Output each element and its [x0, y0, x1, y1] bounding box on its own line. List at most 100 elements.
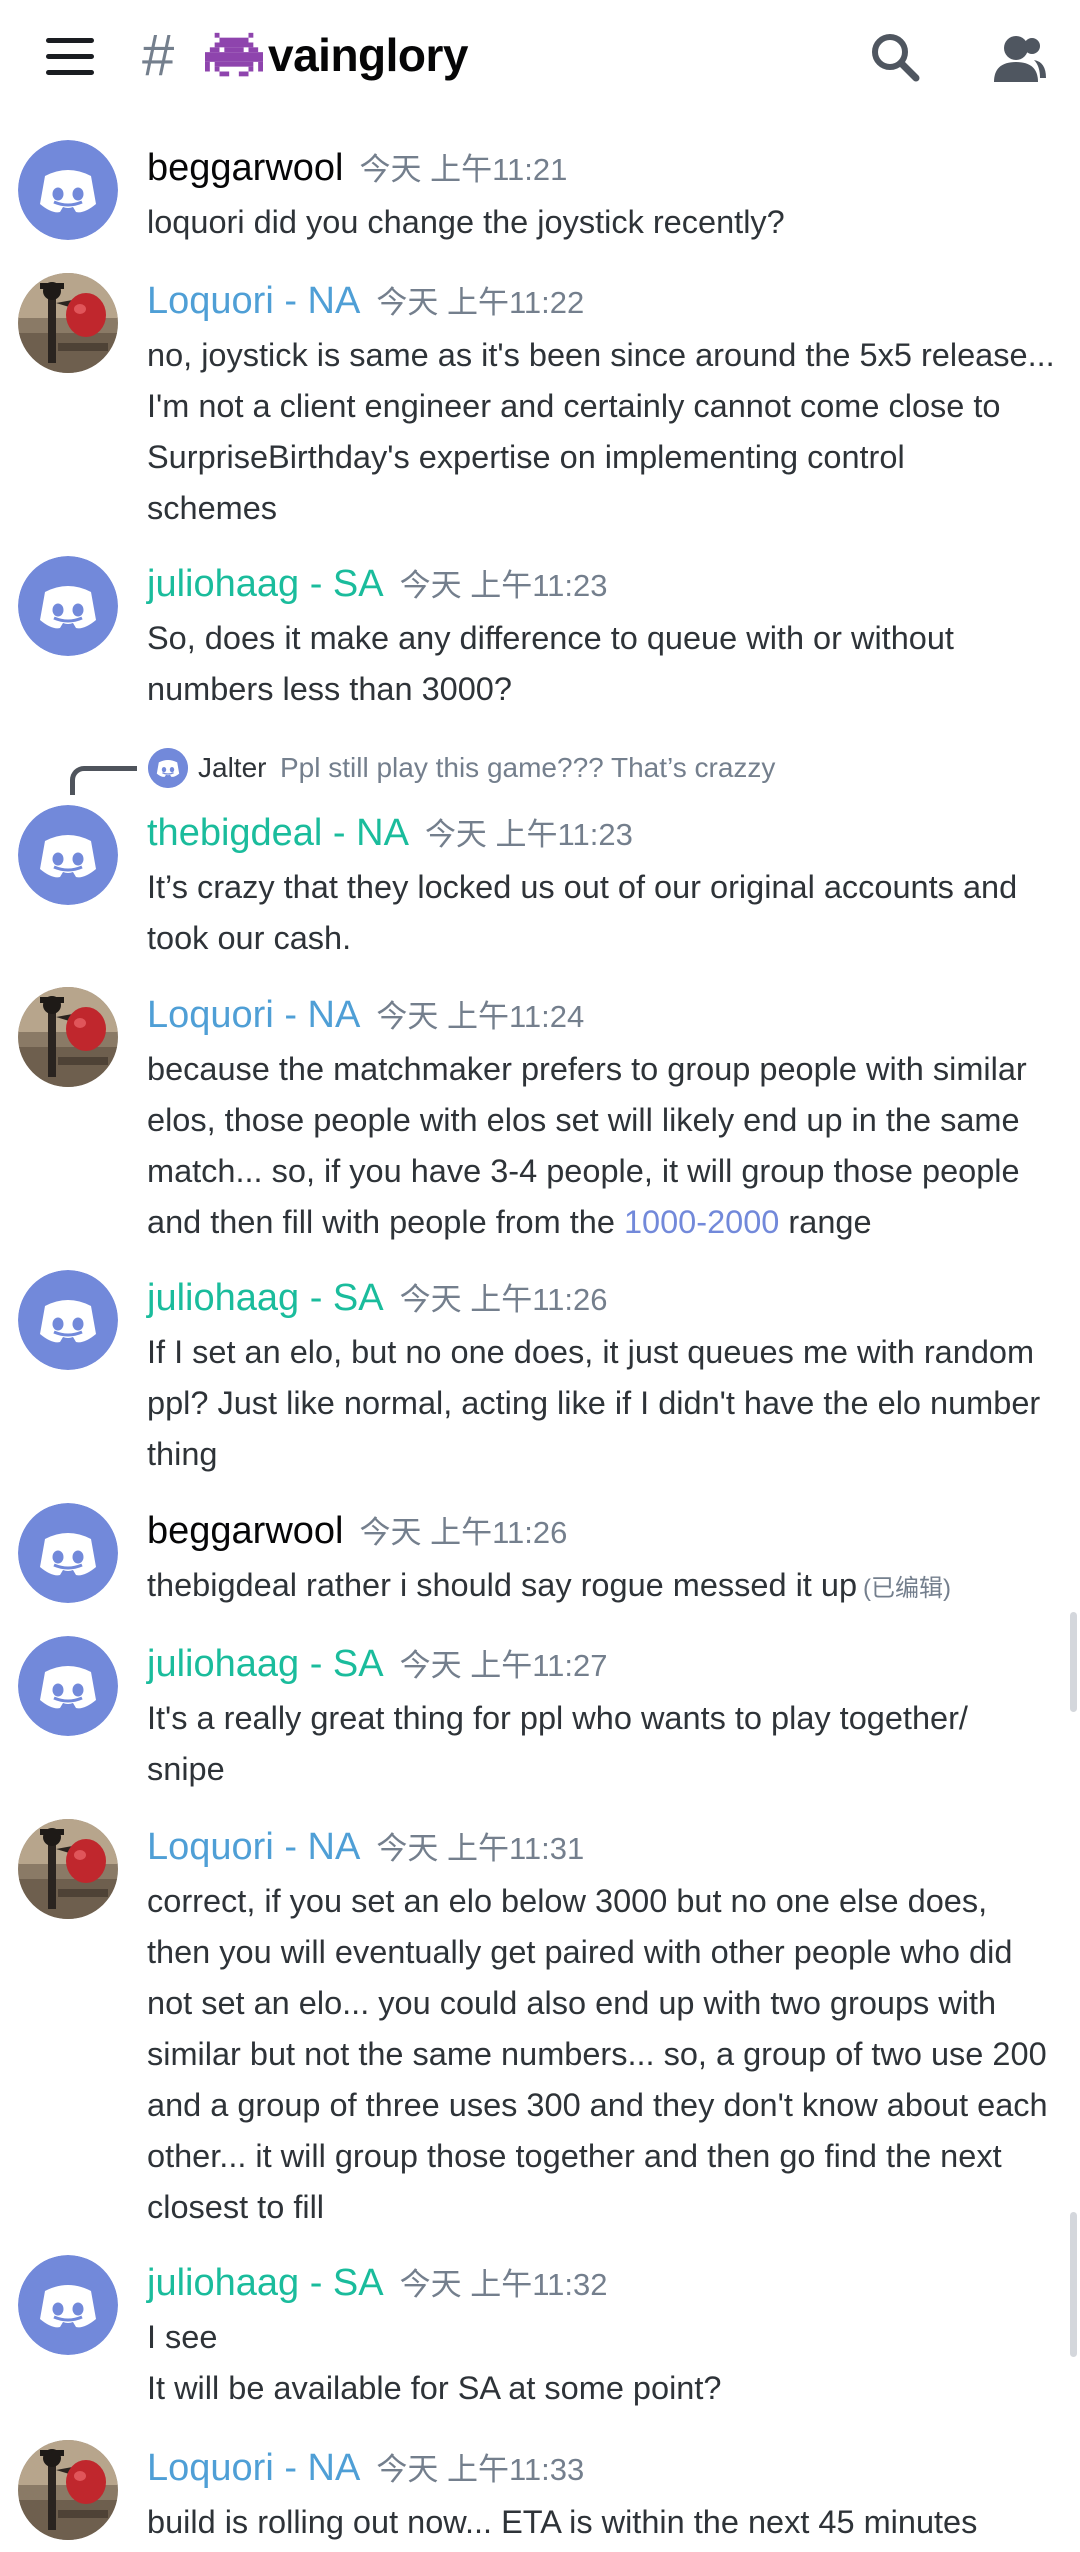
message-line: So, does it make any difference to queue…	[147, 620, 954, 656]
message-header: Loquori - NA 今天 上午11:33	[147, 2444, 584, 2490]
message-header: Loquori - NA 今天 上午11:22	[147, 277, 584, 323]
loquori-photo-avatar[interactable]	[18, 987, 118, 1087]
alien-monster-icon	[205, 32, 263, 82]
message-header: juliohaag - SA 今天 上午11:27	[147, 1640, 607, 1686]
username[interactable]: juliohaag - SA	[147, 2262, 384, 2304]
scrollbar-thumb[interactable]	[1070, 2212, 1077, 2357]
reply-text[interactable]: Ppl still play this game??? That’s crazz…	[280, 752, 775, 784]
message-content: I see It will be available for SA at som…	[147, 2312, 1067, 2414]
discord-default-avatar[interactable]	[18, 556, 118, 656]
timestamp: 今天 上午11:24	[376, 999, 585, 1034]
message-content: thebigdeal rather i should say rogue mes…	[147, 1560, 1067, 1614]
username[interactable]: beggarwool	[147, 147, 343, 189]
message-content: correct, if you set an elo below 3000 bu…	[147, 1876, 1067, 2233]
message-content: It’s crazy that they locked us out of ou…	[147, 862, 1067, 964]
discord-default-avatar[interactable]	[18, 1270, 118, 1370]
top-bar: # vainglory	[0, 0, 1080, 124]
message-line: closest to fill	[147, 2189, 325, 2225]
discord-default-avatar[interactable]	[18, 140, 118, 240]
username[interactable]: juliohaag - SA	[147, 563, 384, 605]
message-header: beggarwool 今天 上午11:26	[147, 1507, 567, 1553]
reply-author[interactable]: Jalter	[198, 752, 266, 784]
message-line: snipe	[147, 1751, 225, 1787]
message-line: I'm not a client engineer and certainly …	[147, 388, 1001, 424]
reply-connector	[70, 766, 137, 795]
username[interactable]: thebigdeal - NA	[147, 812, 409, 854]
timestamp: 今天 上午11:21	[359, 152, 568, 187]
text-segment: range	[779, 1204, 872, 1240]
message-content: loquori did you change the joystick rece…	[147, 197, 1067, 248]
message-content: no, joystick is same as it's been since …	[147, 330, 1067, 534]
message-line: ppl? Just like normal, acting like if I …	[147, 1385, 1041, 1421]
message-header: juliohaag - SA 今天 上午11:26	[147, 1274, 607, 1320]
message-line: no, joystick is same as it's been since …	[147, 337, 1055, 373]
message-line: It will be available for SA at some poin…	[147, 2370, 722, 2406]
message-line: thing	[147, 1436, 218, 1472]
message-content: It's a really great thing for ppl who wa…	[147, 1693, 1067, 1795]
timestamp: 今天 上午11:22	[376, 285, 585, 320]
link-1000-2000[interactable]: 1000-2000	[624, 1204, 779, 1240]
username[interactable]: Loquori - NA	[147, 280, 360, 322]
username[interactable]: juliohaag - SA	[147, 1643, 384, 1685]
message-header: Loquori - NA 今天 上午11:31	[147, 1823, 584, 1869]
reply-author-avatar	[148, 748, 188, 788]
timestamp: 今天 上午11:23	[399, 568, 608, 603]
username[interactable]: juliohaag - SA	[147, 1277, 384, 1319]
message-line: loquori did you change the joystick rece…	[147, 204, 785, 240]
username[interactable]: Loquori - NA	[147, 2447, 360, 2489]
channel-name[interactable]: vainglory	[268, 28, 469, 82]
username[interactable]: Loquori - NA	[147, 994, 360, 1036]
members-icon[interactable]	[986, 30, 1050, 90]
channel-hash-icon: #	[142, 23, 175, 88]
discord-default-avatar[interactable]	[18, 805, 118, 905]
message-line: similar but not the same numbers... so, …	[147, 2036, 1047, 2072]
message-line: It's a really great thing for ppl who wa…	[147, 1700, 968, 1736]
message-line: and a group of three uses 300 and they d…	[147, 2087, 1048, 2123]
message-line: and then fill with people from the 1000-…	[147, 1197, 1067, 1248]
username[interactable]: beggarwool	[147, 1510, 343, 1552]
message-header: juliohaag - SA 今天 上午11:23	[147, 560, 607, 606]
message-line: match... so, if you have 3-4 people, it …	[147, 1153, 1020, 1189]
reply-preview[interactable]: Jalter Ppl still play this game??? That’…	[70, 748, 1070, 798]
timestamp: 今天 上午11:32	[399, 2267, 608, 2302]
message-header: Loquori - NA 今天 上午11:24	[147, 991, 584, 1037]
timestamp: 今天 上午11:23	[424, 817, 633, 852]
timestamp: 今天 上午11:26	[399, 1282, 608, 1317]
message-line: took our cash.	[147, 920, 352, 956]
timestamp: 今天 上午11:27	[399, 1648, 608, 1683]
message-header: beggarwool 今天 上午11:21	[147, 144, 567, 190]
message-line: other... it will group those together an…	[147, 2138, 1002, 2174]
message-line: It’s crazy that they locked us out of ou…	[147, 869, 1018, 905]
message-line: build is rolling out now... ETA is withi…	[147, 2504, 978, 2540]
message-line: then you will eventually get paired with…	[147, 1934, 1013, 1970]
timestamp: 今天 上午11:33	[376, 2452, 585, 2487]
text-segment: and then fill with people from the	[147, 1204, 624, 1240]
message-line: not set an elo... you could also end up …	[147, 1985, 997, 2021]
discord-default-avatar[interactable]	[18, 1636, 118, 1736]
scrollbar-thumb[interactable]	[1070, 1612, 1077, 1712]
message-content: If I set an elo, but no one does, it jus…	[147, 1327, 1067, 1480]
edited-tag: (已编辑)	[863, 1575, 952, 1602]
loquori-photo-avatar[interactable]	[18, 2440, 118, 2540]
username[interactable]: Loquori - NA	[147, 1826, 360, 1868]
loquori-photo-avatar[interactable]	[18, 273, 118, 373]
loquori-photo-avatar[interactable]	[18, 1819, 118, 1919]
message-content: because the matchmaker prefers to group …	[147, 1044, 1067, 1248]
message-line: thebigdeal rather i should say rogue mes…	[147, 1560, 1067, 1614]
message-line: SurpriseBirthday's expertise on implemen…	[147, 439, 905, 475]
message-line: I see	[147, 2319, 218, 2355]
text-segment: thebigdeal rather i should say rogue mes…	[147, 1567, 858, 1603]
discord-default-avatar[interactable]	[18, 2255, 118, 2355]
search-icon[interactable]	[866, 28, 926, 88]
hamburger-icon[interactable]	[46, 38, 98, 78]
message-header: thebigdeal - NA 今天 上午11:23	[147, 809, 633, 855]
message-line: correct, if you set an elo below 3000 bu…	[147, 1883, 988, 1919]
timestamp: 今天 上午11:31	[376, 1831, 585, 1866]
message-line: If I set an elo, but no one does, it jus…	[147, 1334, 1035, 1370]
message-line: schemes	[147, 490, 278, 526]
message-content: build is rolling out now... ETA is withi…	[147, 2497, 1067, 2548]
message-line: because the matchmaker prefers to group …	[147, 1051, 1027, 1087]
timestamp: 今天 上午11:26	[359, 1515, 568, 1550]
message-line: numbers less than 3000?	[147, 671, 512, 707]
discord-default-avatar[interactable]	[18, 1503, 118, 1603]
